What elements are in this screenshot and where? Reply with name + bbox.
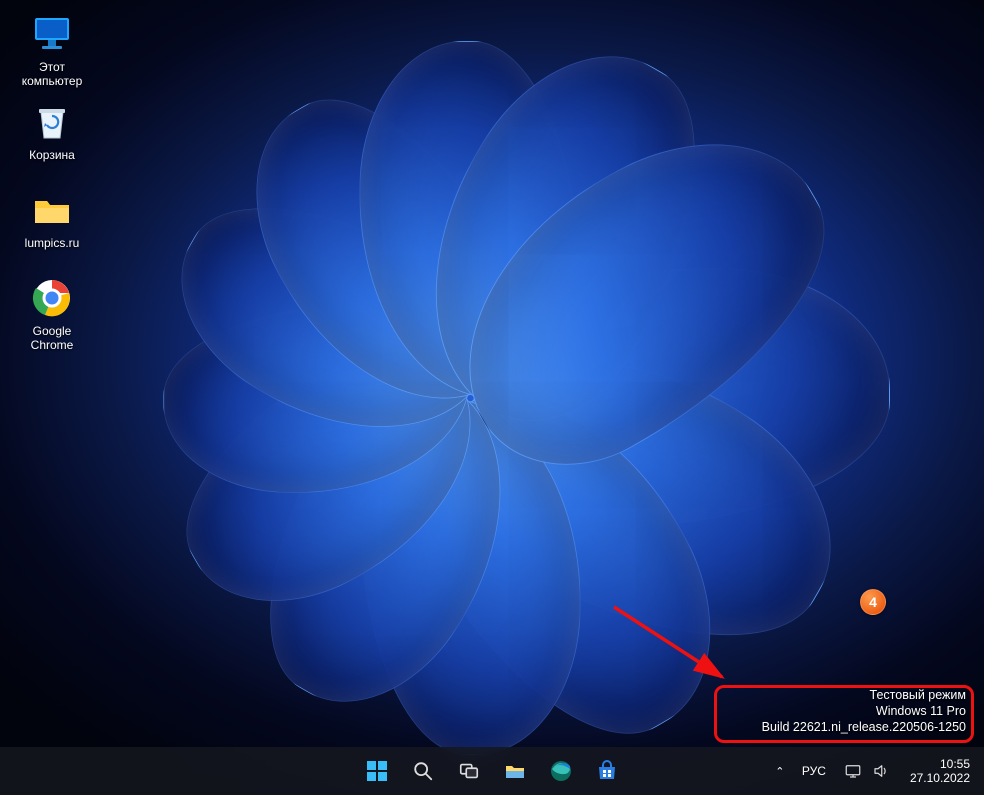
- annotation-step-badge: 4: [860, 589, 886, 615]
- test-mode-watermark: Тестовый режим Windows 11 Pro Build 2262…: [762, 687, 966, 735]
- network-icon: [844, 762, 862, 780]
- desktop-icon-label: Этоткомпьютер: [12, 60, 92, 88]
- watermark-line: Build 22621.ni_release.220506-1250: [762, 719, 966, 735]
- taskbar-app-explorer[interactable]: [495, 751, 535, 791]
- chrome-icon: [30, 276, 74, 320]
- task-view-icon: [458, 760, 480, 782]
- store-icon: [595, 759, 619, 783]
- file-explorer-icon: [503, 759, 527, 783]
- system-tray[interactable]: [836, 762, 898, 780]
- desktop-icon-this-pc[interactable]: Этоткомпьютер: [12, 12, 92, 88]
- watermark-line: Windows 11 Pro: [762, 703, 966, 719]
- taskbar-right: ⌃ РУС 10:55 27.10.2022: [768, 757, 978, 785]
- watermark-line: Тестовый режим: [762, 687, 966, 703]
- desktop-icon-folder-lumpics[interactable]: lumpics.ru: [12, 188, 92, 250]
- desktop-icon-label: lumpics.ru: [12, 236, 92, 250]
- taskbar-app-store[interactable]: [587, 751, 627, 791]
- desktop[interactable]: Этоткомпьютер Корзина lumpics.ru GoogleC…: [0, 0, 984, 795]
- chevron-up-icon: ⌃: [775, 766, 784, 778]
- volume-icon: [872, 762, 890, 780]
- desktop-icon-label: GoogleChrome: [12, 324, 92, 352]
- edge-icon: [549, 759, 573, 783]
- search-icon: [412, 760, 434, 782]
- search-button[interactable]: [403, 751, 443, 791]
- clock-time: 10:55: [910, 757, 970, 771]
- desktop-icon-chrome[interactable]: GoogleChrome: [12, 276, 92, 352]
- folder-icon: [30, 188, 74, 232]
- desktop-icon-label: Корзина: [12, 148, 92, 162]
- clock[interactable]: 10:55 27.10.2022: [902, 757, 978, 785]
- clock-date: 27.10.2022: [910, 771, 970, 785]
- annotation-arrow: [602, 601, 742, 691]
- language-indicator[interactable]: РУС: [796, 764, 832, 778]
- taskbar: ⌃ РУС 10:55 27.10.2022: [0, 747, 984, 795]
- wallpaper-bloom: [122, 58, 902, 738]
- tray-overflow-button[interactable]: ⌃: [768, 765, 792, 778]
- monitor-icon: [30, 12, 74, 56]
- recycle-bin-icon: [30, 100, 74, 144]
- task-view-button[interactable]: [449, 751, 489, 791]
- desktop-icon-recycle-bin[interactable]: Корзина: [12, 100, 92, 162]
- taskbar-center: [357, 751, 627, 791]
- windows-logo-icon: [365, 759, 389, 783]
- taskbar-app-edge[interactable]: [541, 751, 581, 791]
- start-button[interactable]: [357, 751, 397, 791]
